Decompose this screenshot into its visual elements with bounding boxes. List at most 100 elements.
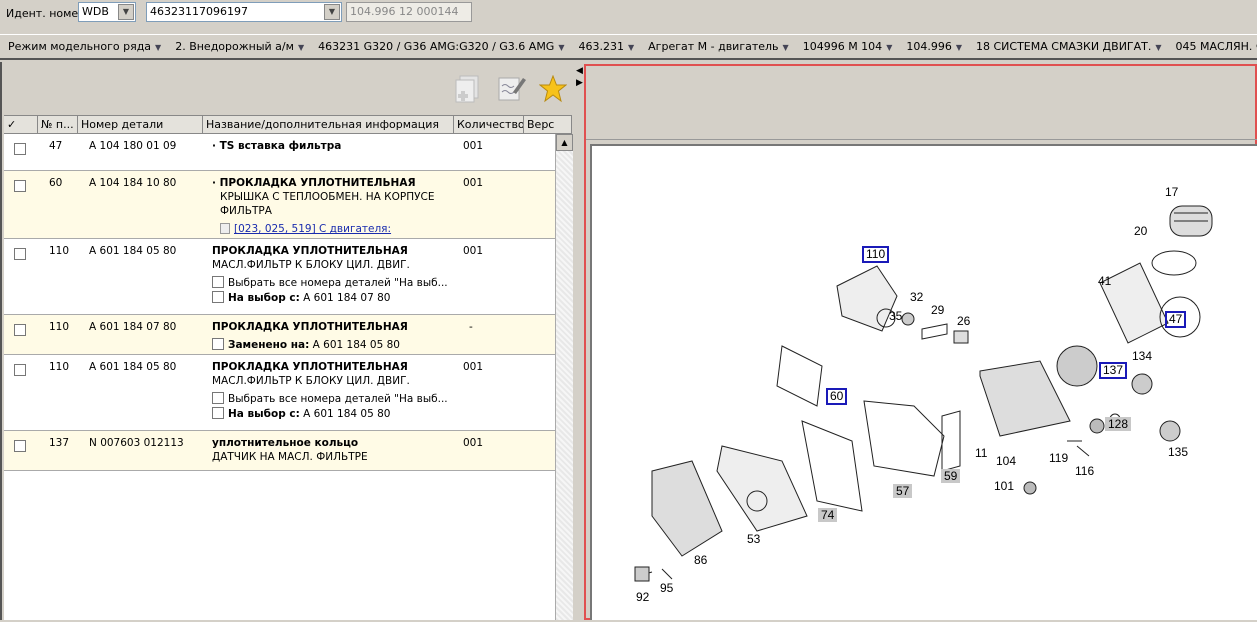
diagram-panel: 17 20 41 110 35 32 29 26 47 134 137 60 128 11 104 119 11… <box>584 64 1257 620</box>
parts-list-panel: ✓ № п... Номер детали Название/дополните… <box>0 62 575 620</box>
callout-29[interactable]: 29 <box>931 303 944 317</box>
engine-link[interactable]: [023, 025, 519] С двигателя: <box>234 223 391 235</box>
callout-11[interactable]: 11 <box>975 446 987 460</box>
table-row[interactable]: 47 A 104 180 01 09 · TS вставка фильтра … <box>4 134 555 171</box>
breadcrumb-item[interactable]: 104996 М 104 ▼ <box>803 40 893 53</box>
col-part-number[interactable]: Номер детали <box>78 116 203 134</box>
row-checkbox[interactable] <box>14 180 26 192</box>
callout-32[interactable]: 32 <box>910 290 923 304</box>
callout-41[interactable]: 41 <box>1098 274 1111 288</box>
callout-57[interactable]: 57 <box>893 484 913 498</box>
callout-135[interactable]: 135 <box>1168 445 1188 459</box>
chevron-down-icon[interactable]: ▼ <box>783 43 789 52</box>
breadcrumb-item[interactable]: 463231 G320 / G36 AMG:G320 / G3.6 AMG ▼ <box>318 40 564 53</box>
add-document-icon[interactable] <box>452 74 482 106</box>
callout-59[interactable]: 59 <box>941 469 961 483</box>
callout-20[interactable]: 20 <box>1134 224 1147 238</box>
callout-17[interactable]: 17 <box>1165 185 1178 199</box>
table-row[interactable]: 137 N 007603 012113 уплотнительное кольц… <box>4 431 555 471</box>
table-row[interactable]: 110 A 601 184 05 80 ПРОКЛАДКА УПЛОТНИТЕЛ… <box>4 355 555 431</box>
chevron-down-icon[interactable]: ▼ <box>155 43 161 52</box>
breadcrumb-label: Режим модельного ряда <box>8 40 152 53</box>
callout-110[interactable]: 110 <box>862 246 890 263</box>
replacement-checkbox[interactable] <box>212 338 224 350</box>
alternative-checkbox[interactable] <box>212 407 224 419</box>
chevron-down-icon[interactable]: ▼ <box>118 4 134 20</box>
chevron-down-icon[interactable]: ▼ <box>628 43 634 52</box>
callout-137[interactable]: 137 <box>1099 362 1128 379</box>
chevron-down-icon[interactable]: ▼ <box>298 43 304 52</box>
breadcrumb-item[interactable]: 2. Внедорожный а/м ▼ <box>175 40 304 53</box>
alternative-checkbox[interactable] <box>212 291 224 303</box>
breadcrumb-item[interactable]: 18 СИСТЕМА СМАЗКИ ДВИГАТ. ▼ <box>976 40 1162 53</box>
callout-26[interactable]: 26 <box>957 314 970 328</box>
col-version[interactable]: Верс <box>524 116 572 134</box>
callout-35[interactable]: 35 <box>889 309 902 323</box>
scroll-up-icon[interactable]: ▲ <box>556 134 573 151</box>
chevron-down-icon[interactable]: ▼ <box>1155 43 1161 52</box>
row-description: КРЫШКА С ТЕПЛООБМЕН. НА КОРПУСЕ <box>220 191 435 203</box>
breadcrumb-label: 045 МАСЛЯН. ФИЛЬТР <box>1175 40 1257 53</box>
breadcrumb-item[interactable]: Режим модельного ряда ▼ <box>8 40 161 53</box>
alternative-part: A 601 184 07 80 <box>299 292 391 304</box>
collapse-left-icon[interactable]: ◀ <box>576 66 583 76</box>
col-quantity[interactable]: Количество <box>454 116 524 134</box>
col-check[interactable]: ✓ <box>4 116 38 134</box>
row-checkbox[interactable] <box>14 248 26 260</box>
callout-101[interactable]: 101 <box>994 479 1014 493</box>
select-all-checkbox[interactable] <box>212 276 224 288</box>
breadcrumb-item[interactable]: Агрегат М - двигатель ▼ <box>648 40 789 53</box>
row-position: 60 <box>49 177 63 189</box>
row-name: ПРОКЛАДКА УПЛОТНИТЕЛЬНАЯ <box>212 245 408 257</box>
row-checkbox[interactable] <box>14 143 26 155</box>
row-position: 110 <box>49 245 70 257</box>
chevron-down-icon[interactable]: ▼ <box>558 43 564 52</box>
row-checkbox[interactable] <box>14 324 26 336</box>
row-checkbox[interactable] <box>14 440 26 452</box>
select-all-checkbox[interactable] <box>212 392 224 404</box>
row-quantity: 001 <box>463 361 484 373</box>
row-checkbox[interactable] <box>14 364 26 376</box>
breadcrumb: Режим модельного ряда ▼ 2. Внедорожный а/м… <box>0 34 1257 60</box>
exploded-diagram[interactable]: 17 20 41 110 35 32 29 26 47 134 137 60 128 11 104 119 11… <box>590 144 1257 620</box>
callout-60[interactable]: 60 <box>826 388 848 405</box>
vertical-scrollbar[interactable]: ▲ <box>555 134 573 620</box>
diagram-toolbar <box>586 66 1257 140</box>
breadcrumb-item[interactable]: 045 МАСЛЯН. ФИЛЬТР▼ <box>1176 40 1257 53</box>
row-quantity: 001 <box>463 140 484 152</box>
callout-128[interactable]: 128 <box>1105 417 1132 431</box>
callout-134[interactable]: 134 <box>1132 349 1152 363</box>
callout-86[interactable]: 86 <box>694 553 707 567</box>
expand-right-icon[interactable]: ▶ <box>576 78 583 88</box>
breadcrumb-item[interactable]: 104.996 ▼ <box>906 40 962 53</box>
callout-74[interactable]: 74 <box>818 508 838 522</box>
table-row[interactable]: 60 A 104 184 10 80 · ПРОКЛАДКА УПЛОТНИТЕ… <box>4 171 555 239</box>
table-row[interactable]: 110 A 601 184 07 80 ПРОКЛАДКА УПЛОТНИТЕЛ… <box>4 315 555 355</box>
callout-116[interactable]: 116 <box>1075 464 1094 478</box>
row-name: уплотнительное кольцо <box>212 437 359 449</box>
chevron-down-icon[interactable]: ▼ <box>324 4 340 20</box>
row-part-number: A 601 184 05 80 <box>89 245 177 257</box>
ident-prefix-select[interactable]: WDB ▼ <box>78 2 136 22</box>
callout-119[interactable]: 119 <box>1049 451 1068 465</box>
edit-notes-icon[interactable] <box>497 74 527 102</box>
callout-92[interactable]: 92 <box>636 590 649 604</box>
row-quantity: 001 <box>463 177 484 189</box>
table-row[interactable]: 110 A 601 184 05 80 ПРОКЛАДКА УПЛОТНИТЕЛ… <box>4 239 555 315</box>
callout-53[interactable]: 53 <box>747 532 760 546</box>
row-part-number: A 601 184 05 80 <box>89 361 177 373</box>
chevron-down-icon[interactable]: ▼ <box>956 43 962 52</box>
callout-104[interactable]: 104 <box>996 454 1016 468</box>
parts-toolbar <box>2 62 575 114</box>
row-part-number: A 104 184 10 80 <box>89 177 177 189</box>
ident-label: Идент. номер <box>6 7 86 20</box>
breadcrumb-item[interactable]: 463.231 ▼ <box>579 40 635 53</box>
star-icon[interactable] <box>539 75 567 103</box>
callout-47[interactable]: 47 <box>1165 311 1187 328</box>
col-name[interactable]: Название/дополнительная информация <box>203 116 454 134</box>
callout-95[interactable]: 95 <box>660 581 673 595</box>
col-position[interactable]: № п... <box>38 116 78 134</box>
ident-number-select[interactable]: 46323117096197 ▼ <box>146 2 342 22</box>
chevron-down-icon[interactable]: ▼ <box>886 43 892 52</box>
breadcrumb-label: 463.231 <box>578 40 625 53</box>
